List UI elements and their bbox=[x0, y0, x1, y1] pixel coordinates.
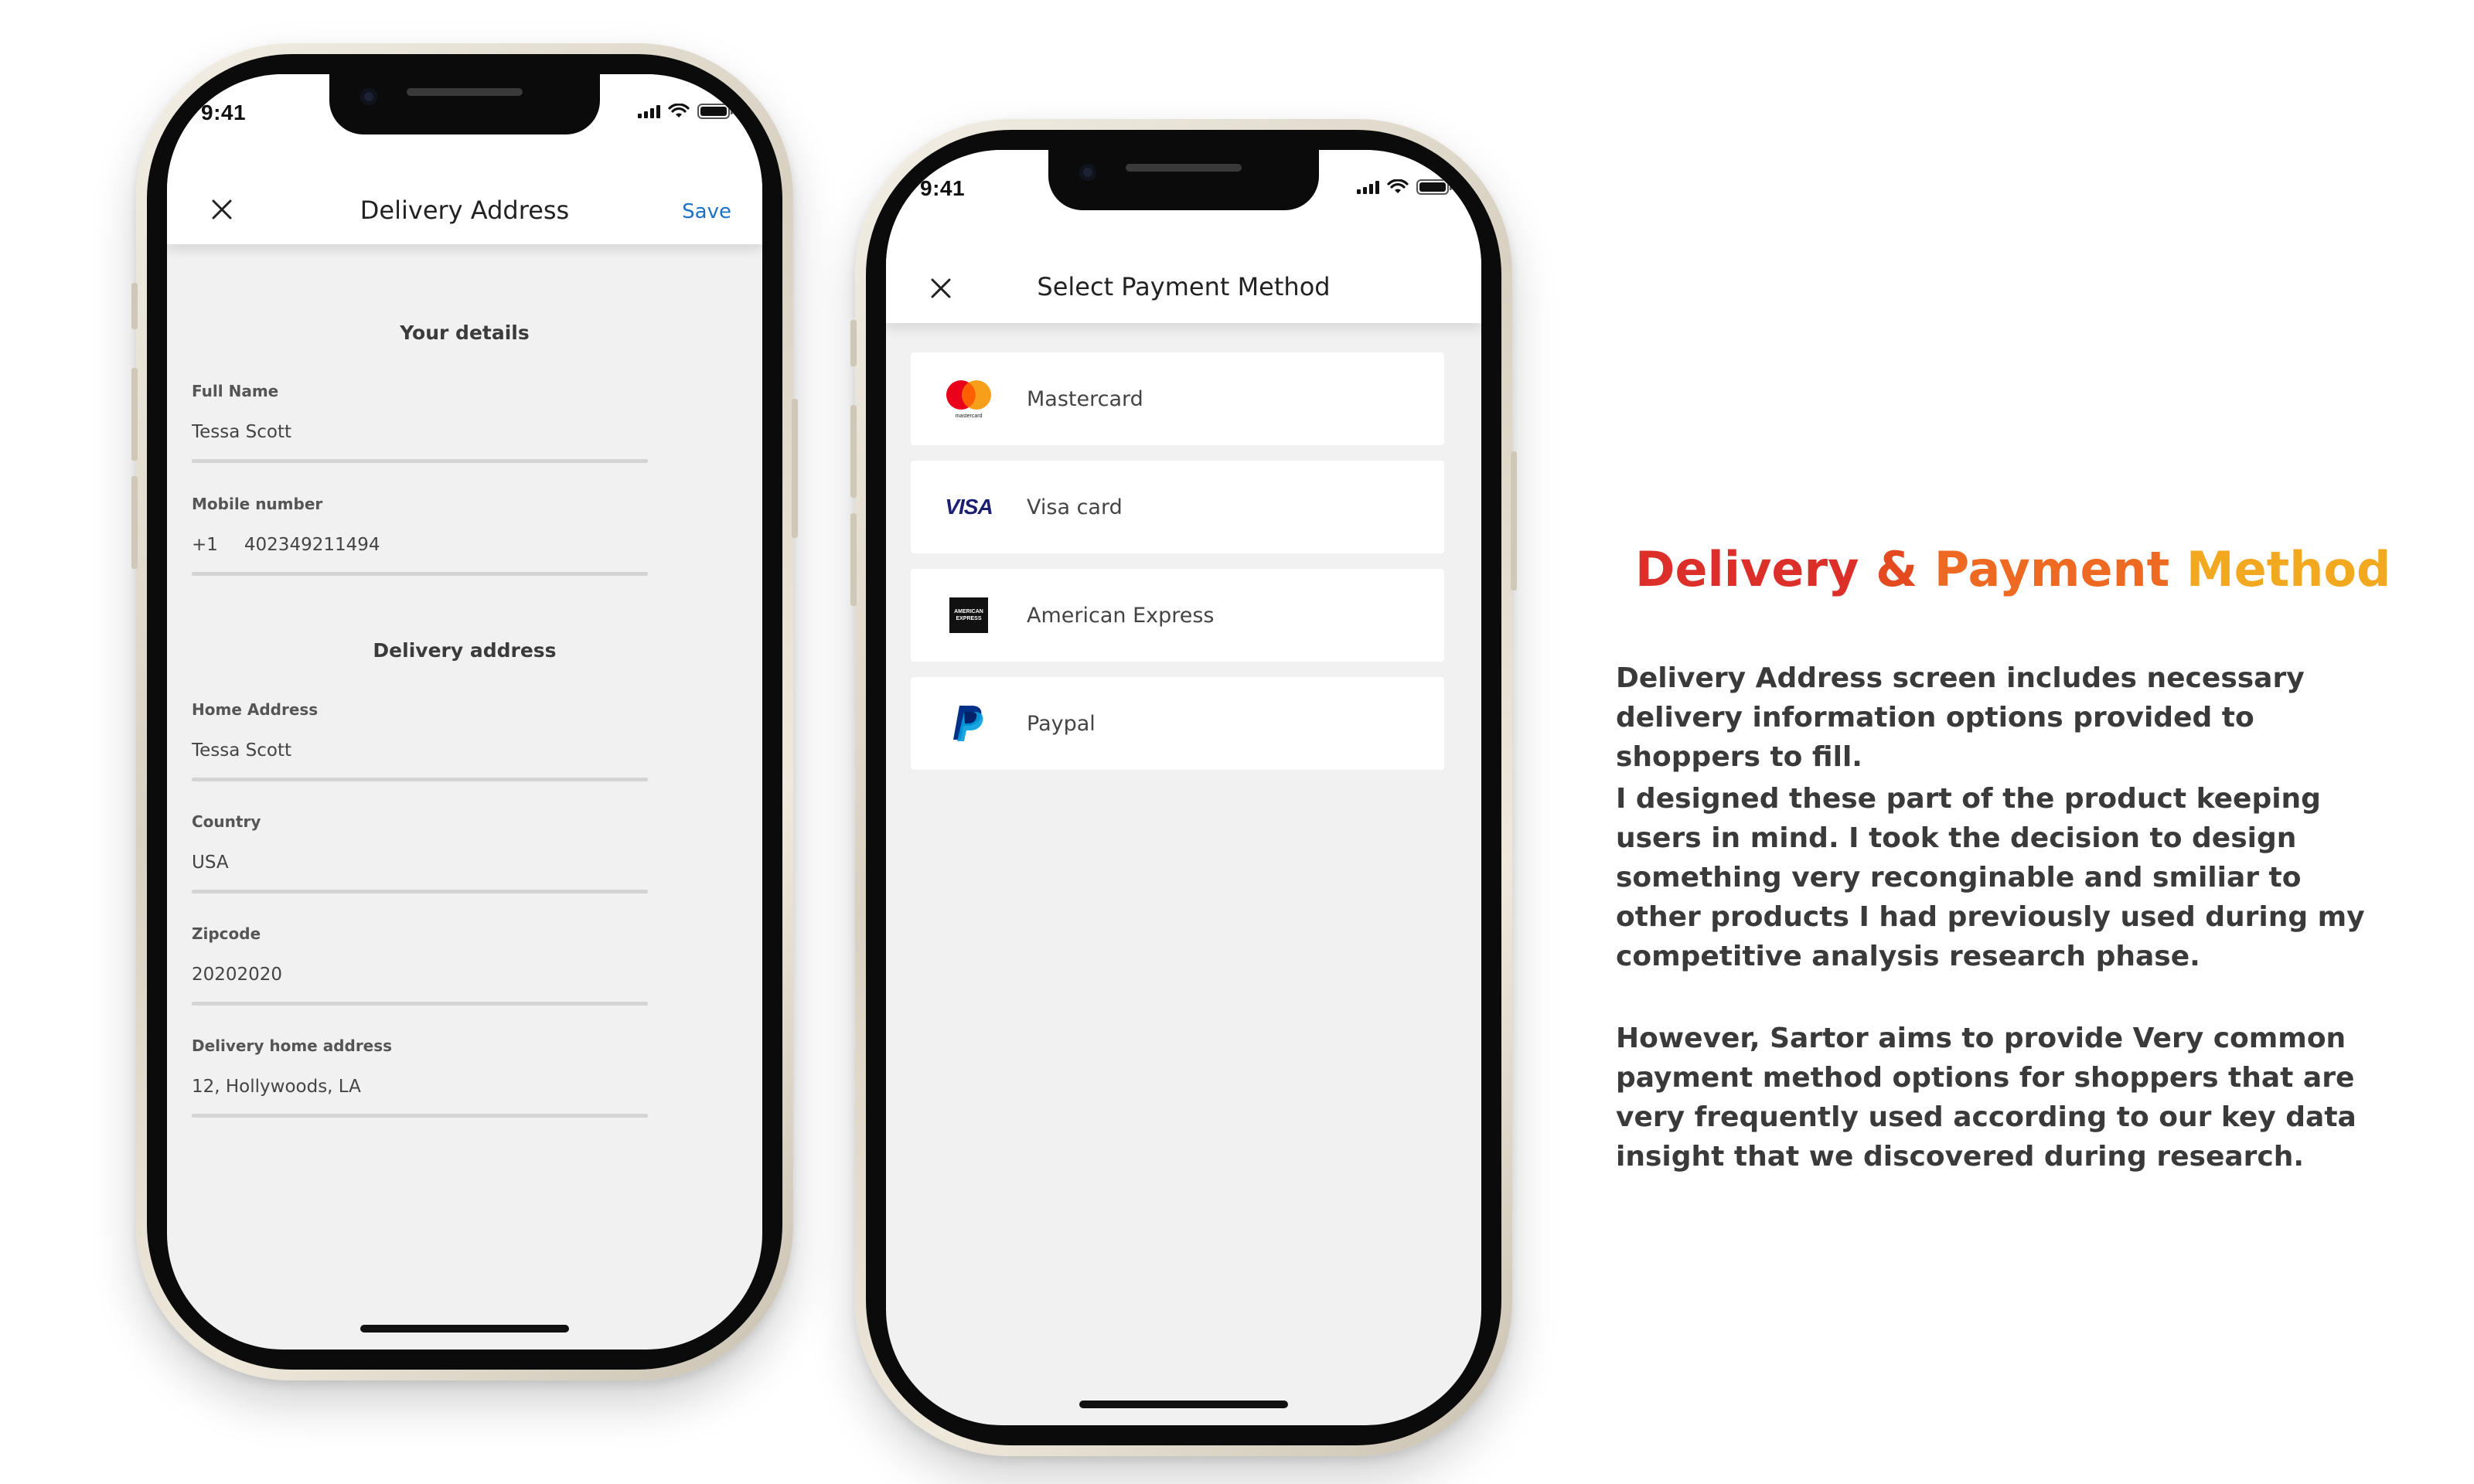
battery-icon bbox=[697, 104, 733, 119]
phone-delivery-address: 9:41 Delivery Address Save Your details … bbox=[131, 43, 798, 1380]
field-value: 12, Hollywoods, LA bbox=[192, 1077, 361, 1097]
field-underline bbox=[192, 459, 648, 463]
field-value: 402349211494 bbox=[244, 535, 380, 555]
wifi-icon bbox=[1387, 179, 1409, 193]
mastercard-wordmark: mastercard bbox=[955, 414, 982, 419]
phone-payment-method: 9:41 Select Payment Method mastercard Ma… bbox=[850, 119, 1517, 1456]
field-value: 20202020 bbox=[192, 965, 283, 985]
headline-word-method: Method bbox=[2186, 541, 2391, 597]
headline-ampersand: & bbox=[1876, 541, 1918, 597]
field-underline bbox=[192, 1002, 648, 1006]
payment-screen: 9:41 Select Payment Method mastercard Ma… bbox=[886, 150, 1481, 1425]
headline-word-payment: Payment bbox=[1934, 541, 2170, 597]
home-indicator[interactable] bbox=[360, 1325, 569, 1333]
your-details-heading: Your details bbox=[400, 322, 530, 344]
field-value: Tessa Scott bbox=[192, 740, 292, 761]
field-label: Zipcode bbox=[192, 924, 261, 943]
status-time: 9:41 bbox=[920, 176, 966, 200]
signal-icon bbox=[638, 104, 660, 118]
field-label: Country bbox=[192, 812, 261, 831]
home-address-field[interactable]: Home Address Tessa Scott bbox=[192, 700, 648, 781]
payment-option-paypal[interactable]: Paypal bbox=[911, 677, 1444, 770]
home-indicator[interactable] bbox=[1079, 1401, 1288, 1408]
panel-paragraph-3: However, Sartor aims to provide Very com… bbox=[1616, 1023, 2356, 1173]
payment-option-label: Mastercard bbox=[1027, 386, 1143, 411]
status-time: 9:41 bbox=[201, 100, 247, 124]
field-label: Mobile number bbox=[192, 495, 323, 513]
mobile-number-field[interactable]: Mobile number +1 402349211494 bbox=[192, 495, 648, 576]
delivery-address-heading: Delivery address bbox=[373, 639, 557, 662]
payment-option-label: Visa card bbox=[1027, 495, 1123, 519]
country-code[interactable]: +1 bbox=[192, 535, 218, 555]
delivery-screen: 9:41 Delivery Address Save Your details … bbox=[167, 74, 762, 1350]
visa-icon: VISA bbox=[945, 495, 993, 519]
mute-switch bbox=[131, 283, 138, 329]
headline-word-delivery: Delivery bbox=[1635, 541, 1859, 597]
payment-option-label: Paypal bbox=[1027, 711, 1096, 736]
payment-option-american-express[interactable]: AMERICAN EXPRESS American Express bbox=[911, 569, 1444, 662]
full-name-field[interactable]: Full Name Tessa Scott bbox=[192, 382, 648, 463]
speaker-grille bbox=[407, 88, 523, 96]
notch bbox=[1048, 150, 1319, 210]
american-express-icon: AMERICAN EXPRESS bbox=[949, 597, 988, 633]
volume-down-button bbox=[850, 513, 857, 606]
speaker-grille bbox=[1126, 164, 1242, 172]
mute-switch bbox=[850, 320, 857, 366]
field-label: Delivery home address bbox=[192, 1036, 393, 1055]
power-button bbox=[1511, 451, 1517, 591]
amex-wordmark-top: AMERICAN bbox=[954, 609, 983, 614]
field-label: Home Address bbox=[192, 700, 319, 719]
field-underline bbox=[192, 572, 648, 576]
volume-down-button bbox=[131, 476, 138, 569]
field-value: Tessa Scott bbox=[192, 422, 292, 442]
front-camera bbox=[360, 88, 377, 105]
power-button bbox=[792, 399, 798, 538]
delivery-home-address-field[interactable]: Delivery home address 12, Hollywoods, LA bbox=[192, 1036, 648, 1118]
zipcode-field[interactable]: Zipcode 20202020 bbox=[192, 924, 648, 1006]
notch bbox=[329, 74, 600, 134]
page-title: Delivery Address bbox=[360, 196, 570, 225]
paypal-icon bbox=[953, 706, 983, 741]
payment-option-visa[interactable]: VISA Visa card bbox=[911, 461, 1444, 553]
field-label: Full Name bbox=[192, 382, 279, 400]
country-field[interactable]: Country USA bbox=[192, 812, 648, 893]
amex-wordmark-bottom: EXPRESS bbox=[956, 616, 982, 621]
volume-up-button bbox=[131, 368, 138, 461]
field-underline bbox=[192, 778, 648, 781]
panel-paragraph-1: Delivery Address screen includes necessa… bbox=[1616, 662, 2305, 773]
field-value: USA bbox=[192, 853, 229, 873]
page-title: Select Payment Method bbox=[1037, 272, 1331, 301]
field-underline bbox=[192, 890, 648, 893]
payment-option-label: American Express bbox=[1027, 603, 1215, 628]
panel-headline: Delivery & Payment Method bbox=[1635, 541, 2391, 597]
wifi-icon bbox=[668, 104, 690, 117]
panel-paragraph-2: I designed these part of the product kee… bbox=[1616, 783, 2365, 972]
front-camera bbox=[1079, 164, 1096, 181]
field-underline bbox=[192, 1114, 648, 1118]
signal-icon bbox=[1357, 180, 1379, 194]
battery-icon bbox=[1416, 179, 1452, 195]
payment-option-mastercard[interactable]: mastercard Mastercard bbox=[911, 352, 1444, 445]
mastercard-icon: mastercard bbox=[946, 380, 991, 419]
volume-up-button bbox=[850, 405, 857, 498]
save-button[interactable]: Save bbox=[682, 200, 731, 223]
